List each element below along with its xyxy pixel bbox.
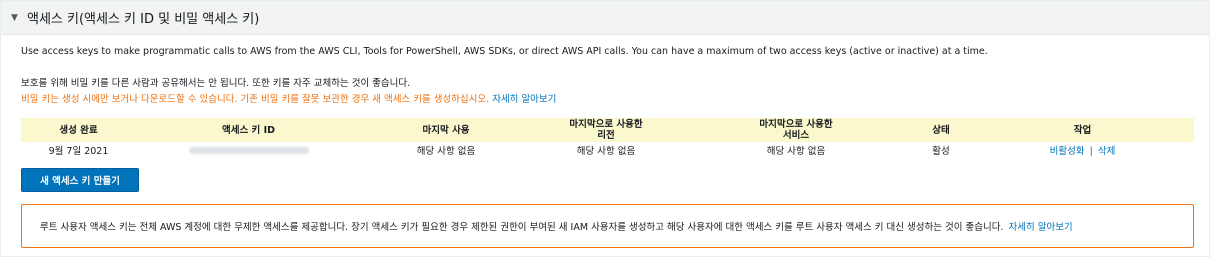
col-created[interactable]: 생성 완료 <box>21 125 136 136</box>
col-last-used-region-line2: 리전 <box>597 130 615 141</box>
create-access-key-button[interactable]: 새 액세스 키 만들기 <box>21 168 139 192</box>
description-text: Use access keys to make programmatic cal… <box>21 46 988 57</box>
protection-note: 보호를 위해 비밀 키를 다른 사람과 공유해서는 안 됩니다. 또한 키를 자… <box>21 78 411 89</box>
col-last-used-service-line2: 서비스 <box>782 130 810 141</box>
cell-status: 활성 <box>932 145 950 157</box>
table-row: 9월 7일 2021 해당 사항 없음 해당 사항 없음 해당 사항 없음 활성… <box>21 142 1194 160</box>
cell-actions: 비활성화 | 삭제 <box>971 146 1194 157</box>
col-last-used-region[interactable]: 마지막으로 사용한 리전 <box>531 119 681 141</box>
access-keys-section-header[interactable]: ▼ 액세스 키(액세스 키 ID 및 비밀 액세스 키) <box>1 1 1210 35</box>
caret-down-icon[interactable]: ▼ <box>11 13 27 23</box>
col-access-key-id[interactable]: 액세스 키 ID <box>136 125 361 136</box>
col-actions: 작업 <box>1073 124 1092 136</box>
root-key-warning-alert: 루트 사용자 액세스 키는 전체 AWS 계정에 대한 무제한 액세스를 제공합… <box>21 204 1194 248</box>
action-separator: | <box>1089 145 1093 157</box>
cell-access-key-id <box>136 146 361 157</box>
alert-text: 루트 사용자 액세스 키는 전체 AWS 계정에 대한 무제한 액세스를 제공합… <box>40 222 1004 233</box>
col-last-used[interactable]: 마지막 사용 <box>361 125 531 136</box>
delete-link[interactable]: 삭제 <box>1098 146 1115 157</box>
access-keys-table: 생성 완료 액세스 키 ID 마지막 사용 마지막으로 사용한 리전 마지막으로… <box>21 118 1194 160</box>
section-title: 액세스 키(액세스 키 ID 및 비밀 액세스 키) <box>27 12 260 27</box>
col-last-used-region-line1: 마지막으로 사용한 <box>569 119 643 130</box>
warning-note: 비밀 키는 생성 시에만 보거나 다운로드할 수 있습니다. 기존 비밀 키를 … <box>21 91 556 105</box>
cell-last-used-service: 해당 사항 없음 <box>766 145 826 157</box>
col-last-used-service[interactable]: 마지막으로 사용한 서비스 <box>681 119 911 141</box>
cell-last-used-region: 해당 사항 없음 <box>576 145 636 157</box>
access-keys-panel: ▼ 액세스 키(액세스 키 ID 및 비밀 액세스 키) Use access … <box>0 0 1210 257</box>
redacted-access-key-id <box>188 146 309 154</box>
cell-created: 9월 7일 2021 <box>48 145 109 157</box>
col-status[interactable]: 상태 <box>911 125 971 136</box>
learn-more-link[interactable]: 자세히 알아보기 <box>492 94 556 105</box>
alert-learn-more-link[interactable]: 자세히 알아보기 <box>1008 219 1072 233</box>
cell-last-used: 해당 사항 없음 <box>416 145 476 157</box>
table-header: 생성 완료 액세스 키 ID 마지막 사용 마지막으로 사용한 리전 마지막으로… <box>21 118 1194 142</box>
col-last-used-service-line1: 마지막으로 사용한 <box>759 119 833 130</box>
deactivate-link[interactable]: 비활성화 <box>1050 146 1085 157</box>
warning-text: 비밀 키는 생성 시에만 보거나 다운로드할 수 있습니다. 기존 비밀 키를 … <box>21 94 490 105</box>
